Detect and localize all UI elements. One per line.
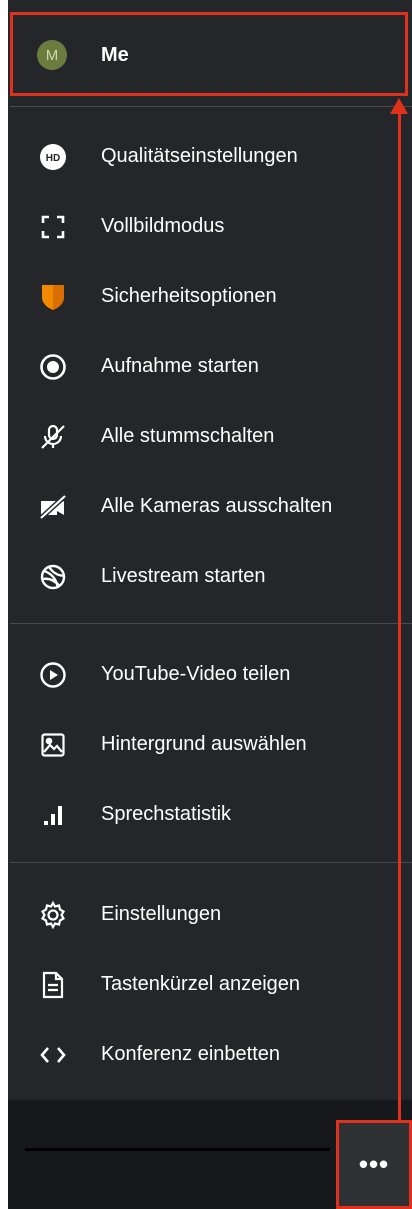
menu-item-label: Alle stummschalten: [101, 425, 275, 447]
record-icon: [38, 352, 68, 382]
menu-item-quality[interactable]: HD Qualitätseinstellungen: [10, 124, 410, 188]
menu-item-shortcuts[interactable]: Tastenkürzel anzeigen: [10, 952, 410, 1016]
menu-item-speaker-stats[interactable]: Sprechstatistik: [10, 782, 410, 846]
profile-name: Me: [101, 44, 129, 66]
menu-item-label: Tastenkürzel anzeigen: [101, 973, 301, 995]
menu-item-mute-all[interactable]: Alle stummschalten: [10, 404, 410, 468]
image-icon: [38, 730, 68, 760]
menu-item-label: Einstellungen: [101, 903, 222, 925]
menu-item-label: Alle Kameras ausschalten: [101, 495, 333, 517]
screenshot-frame: M Me HD Qualitätseinstellungen Vollbildm…: [0, 0, 412, 1209]
menu-divider: [10, 862, 412, 863]
menu-item-fullscreen[interactable]: Vollbildmodus: [10, 194, 410, 258]
menu-divider: [10, 623, 412, 624]
menu-item-label: Sprechstatistik: [101, 803, 232, 825]
hd-icon: HD: [38, 142, 68, 172]
menu-item-label: Hintergrund auswählen: [101, 733, 307, 755]
menu-item-embed[interactable]: Konferenz einbetten: [10, 1022, 410, 1086]
toolbar-divider: [25, 1148, 330, 1151]
play-circle-icon: [38, 660, 68, 690]
menu-item-label: Sicherheitsoptionen: [101, 285, 277, 307]
mic-off-icon: [38, 422, 68, 452]
menu-item-background[interactable]: Hintergrund auswählen: [10, 712, 410, 776]
menu-item-label: Aufnahme starten: [101, 355, 259, 377]
menu-item-youtube[interactable]: YouTube-Video teilen: [10, 642, 410, 706]
gear-icon: [38, 900, 68, 930]
document-icon: [38, 970, 68, 1000]
camera-off-icon: [38, 492, 68, 522]
bar-chart-icon: [38, 800, 68, 830]
menu-item-settings[interactable]: Einstellungen: [10, 882, 410, 946]
menu-item-security[interactable]: Sicherheitsoptionen: [10, 264, 410, 328]
fullscreen-icon: [38, 212, 68, 242]
menu-item-label: YouTube-Video teilen: [101, 663, 291, 685]
menu-item-cameras-off[interactable]: Alle Kameras ausschalten: [10, 474, 410, 538]
annotation-arrow-line: [398, 112, 401, 1122]
menu-item-label: Konferenz einbetten: [101, 1043, 281, 1065]
shield-icon: [38, 282, 68, 312]
menu-item-profile[interactable]: M Me: [10, 12, 408, 96]
code-icon: [38, 1040, 68, 1070]
more-options-button[interactable]: •••: [336, 1120, 412, 1209]
menu-item-record[interactable]: Aufnahme starten: [10, 334, 410, 398]
menu-item-label: Livestream starten: [101, 565, 266, 587]
annotation-arrow-head: [390, 98, 408, 114]
menu-item-label: Qualitätseinstellungen: [101, 145, 298, 167]
menu-divider: [10, 106, 412, 107]
avatar: M: [37, 40, 67, 70]
svg-text:HD: HD: [46, 153, 60, 164]
globe-icon: [38, 562, 68, 592]
menu-item-livestream[interactable]: Livestream starten: [10, 544, 410, 608]
menu-item-label: Vollbildmodus: [101, 215, 225, 237]
